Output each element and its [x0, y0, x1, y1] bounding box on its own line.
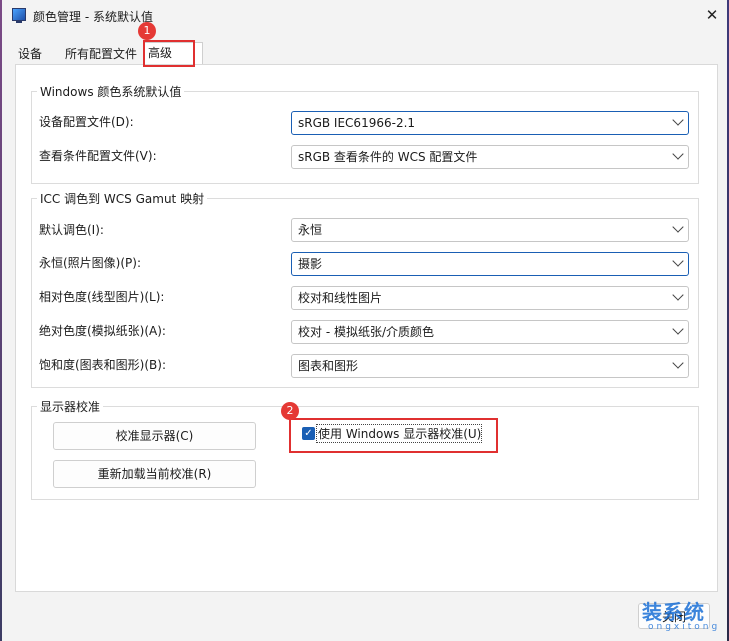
absolute-colorimetric-label: 绝对色度(模拟纸张)(A):: [39, 324, 166, 338]
chevron-down-icon: [672, 255, 684, 267]
monitor-icon: [12, 8, 26, 23]
display-calibration-title: 显示器校准: [37, 398, 104, 415]
absolute-colorimetric-select[interactable]: 校对 - 模拟纸张/介质颜色: [291, 320, 689, 344]
relative-colorimetric-value: 校对和线性图片: [298, 291, 383, 305]
default-rendering-label: 默认调色(I):: [39, 223, 104, 237]
windows-defaults-group: [31, 91, 699, 184]
perceptual-select[interactable]: 摄影: [291, 252, 689, 276]
chevron-down-icon: [672, 357, 684, 369]
windows-defaults-title: Windows 颜色系统默认值: [37, 83, 185, 100]
default-rendering-value: 永恒: [298, 223, 323, 237]
calibrate-display-button[interactable]: 校准显示器(C): [53, 422, 256, 450]
window-left-edge: [0, 0, 2, 641]
viewing-conditions-value: sRGB 查看条件的 WCS 配置文件: [298, 150, 478, 164]
chevron-down-icon: [672, 221, 684, 233]
chevron-down-icon: [672, 289, 684, 301]
annotation-badge-2: 2: [281, 402, 299, 420]
annotation-box-tab: [143, 40, 195, 67]
default-rendering-select[interactable]: 永恒: [291, 218, 689, 242]
relative-colorimetric-label: 相对色度(线型图片)(L):: [39, 290, 165, 304]
perceptual-value: 摄影: [298, 257, 323, 271]
annotation-box-checkbox: [289, 418, 498, 453]
reload-calibration-button[interactable]: 重新加载当前校准(R): [53, 460, 256, 488]
chevron-down-icon: [672, 323, 684, 335]
annotation-badge-1: 1: [138, 22, 156, 40]
saturation-select[interactable]: 图表和图形: [291, 354, 689, 378]
device-profile-label: 设备配置文件(D):: [39, 115, 134, 129]
relative-colorimetric-select[interactable]: 校对和线性图片: [291, 286, 689, 310]
device-profile-select[interactable]: sRGB IEC61966-2.1: [291, 111, 689, 135]
window-title: 颜色管理 - 系统默认值: [33, 10, 153, 24]
viewing-conditions-label: 查看条件配置文件(V):: [39, 149, 157, 163]
viewing-conditions-select[interactable]: sRGB 查看条件的 WCS 配置文件: [291, 145, 689, 169]
tab-all-profiles[interactable]: 所有配置文件: [61, 44, 141, 64]
absolute-colorimetric-value: 校对 - 模拟纸张/介质颜色: [298, 325, 435, 339]
icc-mapping-title: ICC 调色到 WCS Gamut 映射: [37, 190, 208, 207]
close-icon[interactable]: ✕: [696, 0, 728, 30]
chevron-down-icon: [672, 114, 684, 126]
watermark-logo: 装系统: [642, 600, 705, 624]
device-profile-value: sRGB IEC61966-2.1: [298, 116, 416, 130]
saturation-value: 图表和图形: [298, 359, 359, 373]
saturation-label: 饱和度(图表和图形)(B):: [39, 358, 167, 372]
chevron-down-icon: [672, 148, 684, 160]
perceptual-label: 永恒(照片图像)(P):: [39, 256, 142, 270]
watermark-sub: ongxitong: [648, 622, 721, 632]
tab-devices[interactable]: 设备: [14, 44, 46, 64]
